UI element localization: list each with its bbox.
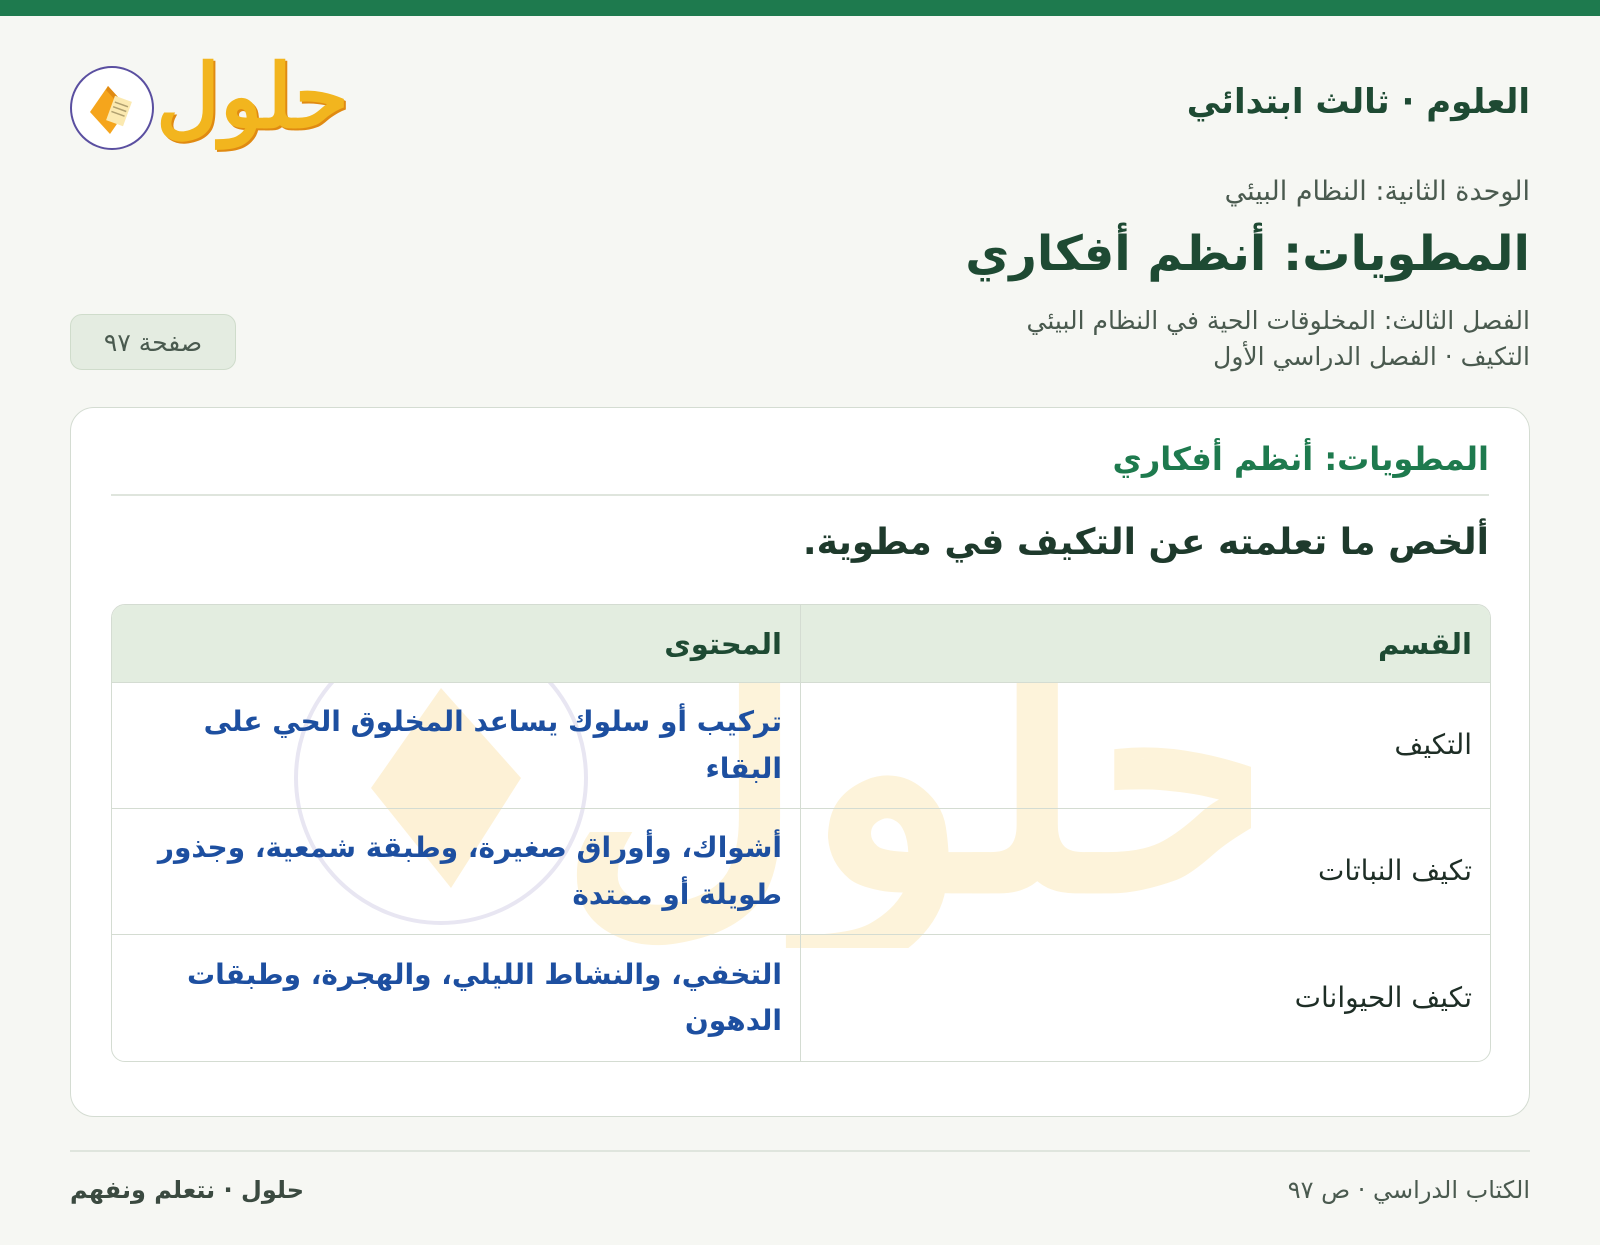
lesson-title: المطويات: أنظم أفكاري — [965, 226, 1530, 282]
column-header-content: المحتوى — [112, 605, 800, 683]
content-cell: التخفي، والنشاط الليلي، والهجرة، وطبقات … — [187, 957, 782, 1037]
content-cell: أشواك، وأوراق صغيرة، وطبقة شمعية، وجذور … — [112, 809, 800, 935]
activity-prompt: ألخص ما تعلمته عن التكيف في مطوية. — [802, 522, 1489, 563]
chapter-label: الفصل الثالث: المخلوقات الحية في النظام … — [1026, 306, 1530, 335]
subject-grade-title: العلوم · ثالث ابتدائي — [1186, 82, 1530, 122]
footer-divider — [70, 1150, 1530, 1152]
page-header: حلول العلوم · ثالث ابتدائي — [70, 40, 1530, 170]
footer-brand[interactable]: حلول · نتعلم ونفهم — [70, 1176, 304, 1204]
card-divider — [111, 494, 1489, 496]
content-cell: تركيب أو سلوك يساعد المخلوق الحي على الب… — [112, 683, 800, 809]
logo-wordmark: حلول — [156, 44, 349, 148]
table-row: تكيف النباتات أشواك، وأوراق صغيرة، وطبقة… — [112, 809, 1490, 935]
table-row: تكيف الحيوانات التخفي، والنشاط الليلي، و… — [112, 935, 1490, 1061]
card-title: المطويات: أنظم أفكاري — [1112, 440, 1489, 478]
footer-source: الكتاب الدراسي · ص ٩٧ — [1287, 1176, 1530, 1204]
hulul-logo[interactable]: حلول — [70, 44, 349, 158]
topic-semester-label: التكيف · الفصل الدراسي الأول — [1213, 342, 1530, 371]
page-number-badge: صفحة ٩٧ — [70, 314, 236, 370]
column-header-section: القسم — [800, 605, 1490, 683]
section-cell: تكيف الحيوانات — [800, 935, 1490, 1061]
foldable-card: حلول المطويات: أنظم أفكاري ألخص ما تعلمت… — [70, 407, 1530, 1117]
section-cell: تكيف النباتات — [800, 809, 1490, 935]
section-cell: التكيف — [800, 683, 1490, 809]
table-row: التكيف تركيب أو سلوك يساعد المخلوق الحي … — [112, 683, 1490, 809]
book-icon — [70, 66, 154, 150]
unit-label: الوحدة الثانية: النظام البيئي — [1224, 176, 1530, 207]
table-header-row: القسم المحتوى — [112, 605, 1490, 683]
top-accent-bar — [0, 0, 1600, 16]
foldable-table: القسم المحتوى التكيف تركيب أو سلوك يساعد… — [111, 604, 1491, 1062]
